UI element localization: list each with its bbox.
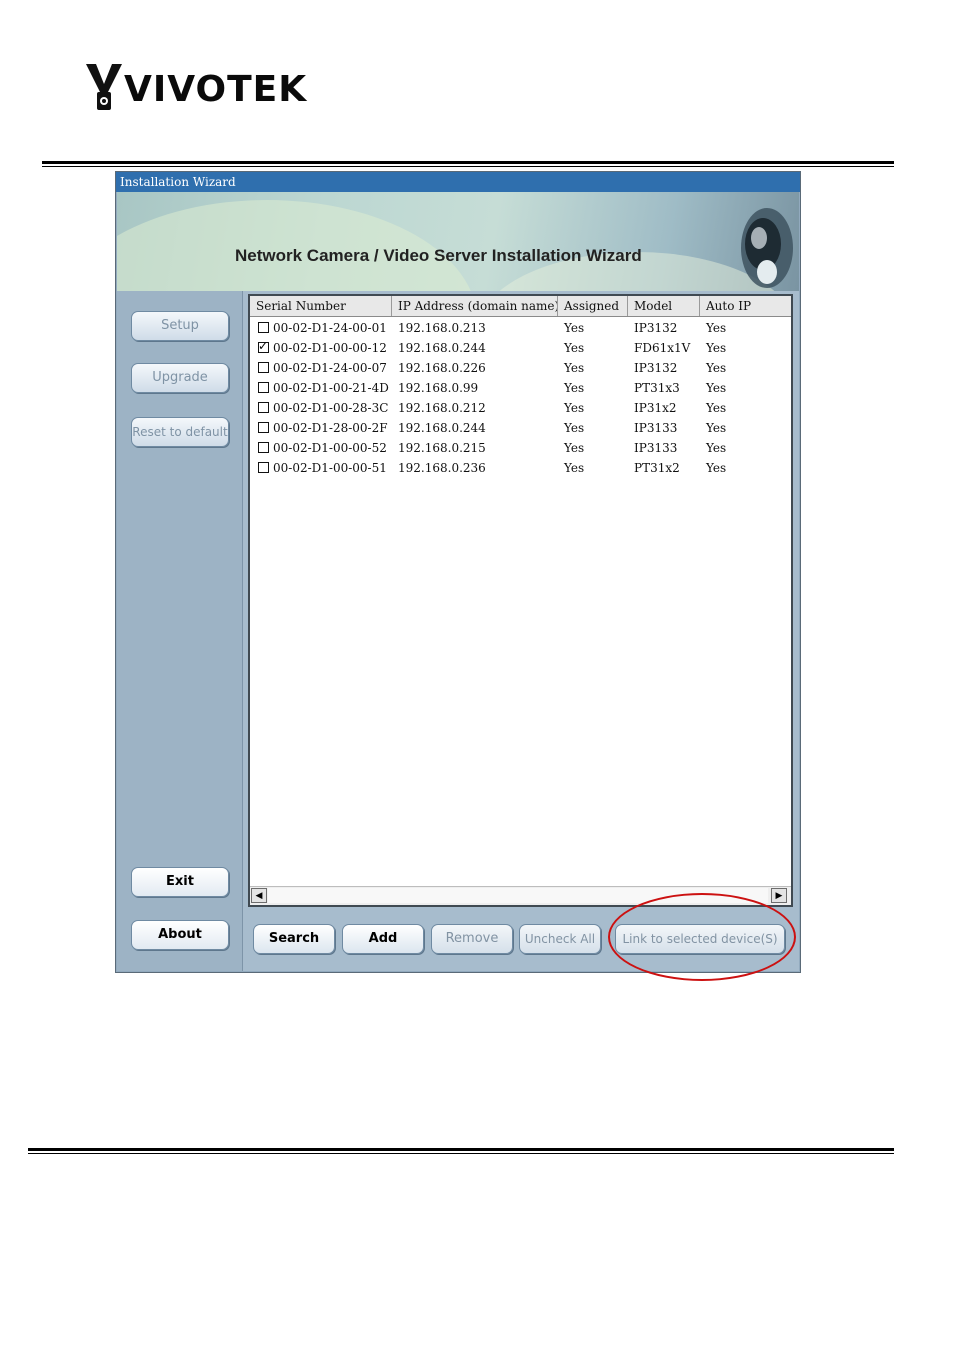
cell-assigned: Yes <box>564 441 585 455</box>
cell-serial: 00-02-D1-24-00-01 <box>273 321 387 335</box>
main-panel: Serial Number IP Address (domain name) A… <box>243 291 799 971</box>
device-checkbox[interactable] <box>258 339 269 353</box>
cell-assigned: Yes <box>564 381 585 395</box>
column-header-ip[interactable]: IP Address (domain name) <box>392 296 558 316</box>
cell-auto-ip: Yes <box>706 461 727 475</box>
upgrade-button[interactable]: Upgrade <box>131 363 229 393</box>
scroll-left-icon[interactable]: ◀ <box>251 888 267 903</box>
cell-ip: 192.168.0.226 <box>398 361 486 375</box>
cell-ip: 192.168.0.244 <box>398 421 486 435</box>
column-header-auto-ip[interactable]: Auto IP <box>700 296 791 316</box>
table-row[interactable]: 00-02-D1-00-21-4D 192.168.0.99 Yes PT31x3 Ye… <box>250 378 791 398</box>
cell-serial: 00-02-D1-00-28-3C <box>273 401 389 415</box>
wizard-banner: Network Camera / Video Server Installati… <box>117 192 799 291</box>
sidebar: Setup Upgrade Reset to default Exit Abou… <box>117 291 243 971</box>
cell-auto-ip: Yes <box>706 381 727 395</box>
column-header-serial[interactable]: Serial Number <box>250 296 392 316</box>
logo-wordmark: VIVOTEK <box>124 69 308 110</box>
cell-model: IP3133 <box>634 441 678 455</box>
cell-serial: 00-02-D1-00-21-4D <box>273 381 389 395</box>
uncheck-all-button[interactable]: Uncheck All <box>519 924 601 954</box>
cell-serial: 00-02-D1-24-00-07 <box>273 361 387 375</box>
cell-ip: 192.168.0.99 <box>398 381 479 395</box>
cell-assigned: Yes <box>564 321 585 335</box>
add-button[interactable]: Add <box>342 924 424 954</box>
cell-ip: 192.168.0.215 <box>398 441 486 455</box>
cell-assigned: Yes <box>564 361 585 375</box>
cell-ip: 192.168.0.244 <box>398 341 486 355</box>
cell-assigned: Yes <box>564 461 585 475</box>
cell-auto-ip: Yes <box>706 421 727 435</box>
about-button[interactable]: About <box>131 920 229 950</box>
device-checkbox[interactable] <box>258 462 269 473</box>
device-checkbox[interactable] <box>258 422 269 433</box>
device-checkbox[interactable] <box>258 362 269 373</box>
cell-assigned: Yes <box>564 421 585 435</box>
bottom-divider <box>28 1148 894 1154</box>
cell-model: IP31x2 <box>634 401 677 415</box>
device-list-header: Serial Number IP Address (domain name) A… <box>250 296 791 317</box>
cell-assigned: Yes <box>564 341 585 355</box>
vivotek-logo: VIVOTEK <box>84 62 306 114</box>
highlight-callout <box>608 893 796 981</box>
cell-ip: 192.168.0.236 <box>398 461 486 475</box>
cell-model: PT31x2 <box>634 461 680 475</box>
cell-serial: 00-02-D1-00-00-12 <box>273 341 387 355</box>
device-list: Serial Number IP Address (domain name) A… <box>248 294 793 907</box>
cell-auto-ip: Yes <box>706 361 727 375</box>
cell-model: PT31x3 <box>634 381 680 395</box>
cell-auto-ip: Yes <box>706 321 727 335</box>
column-header-model[interactable]: Model <box>628 296 700 316</box>
cell-auto-ip: Yes <box>706 341 727 355</box>
cell-ip: 192.168.0.213 <box>398 321 486 335</box>
cell-serial: 00-02-D1-00-00-52 <box>273 441 387 455</box>
cell-ip: 192.168.0.212 <box>398 401 486 415</box>
cell-auto-ip: Yes <box>706 441 727 455</box>
banner-title: Network Camera / Video Server Installati… <box>235 246 642 265</box>
table-row[interactable]: 00-02-D1-00-28-3C 192.168.0.212 Yes IP31x2 Y… <box>250 398 791 418</box>
exit-button[interactable]: Exit <box>131 867 229 897</box>
table-row[interactable]: 00-02-D1-00-00-52 192.168.0.215 Yes IP3133 Y… <box>250 438 791 458</box>
device-checkbox[interactable] <box>258 442 269 453</box>
table-row[interactable]: 00-02-D1-24-00-01 192.168.0.213 Yes IP3132 Y… <box>250 318 791 338</box>
scroll-right-icon[interactable]: ▶ <box>771 888 787 903</box>
setup-button[interactable]: Setup <box>131 311 229 341</box>
cell-model: IP3132 <box>634 361 678 375</box>
search-button[interactable]: Search <box>253 924 335 954</box>
reset-to-default-button[interactable]: Reset to default <box>131 417 229 447</box>
table-row[interactable]: 00-02-D1-24-00-07 192.168.0.226 Yes IP3132 Y… <box>250 358 791 378</box>
installation-wizard-window: Installation Wizard Network Camera / Vid… <box>115 171 801 973</box>
remove-button[interactable]: Remove <box>431 924 513 954</box>
cell-model: IP3133 <box>634 421 678 435</box>
table-row[interactable]: 00-02-D1-00-00-51 192.168.0.236 Yes PT31x2 Y… <box>250 458 791 478</box>
table-row[interactable]: 00-02-D1-00-00-12 192.168.0.244 Yes FD61x1V… <box>250 338 791 358</box>
cell-serial: 00-02-D1-00-00-51 <box>273 461 387 475</box>
vivotek-camera-logo-icon <box>86 64 122 110</box>
cell-assigned: Yes <box>564 401 585 415</box>
cell-model: FD61x1V <box>634 341 691 355</box>
device-checkbox[interactable] <box>258 402 269 413</box>
top-divider <box>42 161 894 167</box>
cell-serial: 00-02-D1-28-00-2F <box>273 421 388 435</box>
column-header-assigned[interactable]: Assigned <box>558 296 628 316</box>
device-checkbox[interactable] <box>258 382 269 393</box>
window-titlebar[interactable]: Installation Wizard <box>116 172 800 192</box>
device-checkbox[interactable] <box>258 322 269 333</box>
cell-auto-ip: Yes <box>706 401 727 415</box>
table-row[interactable]: 00-02-D1-28-00-2F 192.168.0.244 Yes IP3133 Y… <box>250 418 791 438</box>
cell-model: IP3132 <box>634 321 678 335</box>
camera-lens-icon <box>741 208 793 288</box>
